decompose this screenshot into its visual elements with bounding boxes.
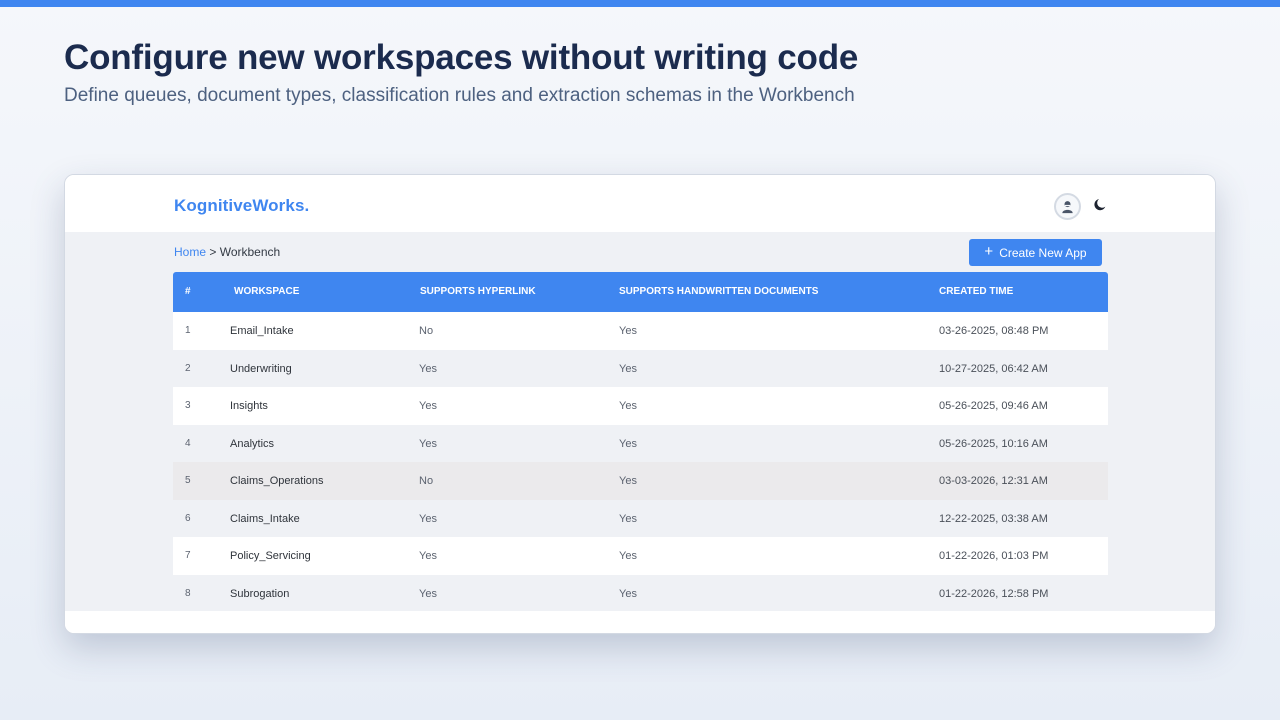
column-header-hyperlink[interactable]: SUPPORTS HYPERLINK	[420, 286, 536, 297]
row-created-time: 01-22-2026, 01:03 PM	[939, 550, 1049, 562]
table-row[interactable]: 1 Email_Intake No Yes 03-26-2025, 08:48 …	[173, 312, 1108, 350]
app-logo[interactable]: KognitiveWorks.	[174, 196, 309, 216]
row-id: 4	[185, 437, 191, 449]
row-workspace[interactable]: Subrogation	[230, 588, 289, 600]
card-footer	[65, 611, 1215, 633]
row-handwritten: Yes	[619, 512, 637, 525]
row-id: 2	[185, 362, 191, 374]
breadcrumb-home-link[interactable]: Home	[174, 245, 206, 259]
plus-icon: +	[984, 243, 994, 260]
page-subtitle: Define queues, document types, classific…	[64, 85, 855, 106]
row-id: 1	[185, 325, 191, 336]
row-created-time: 03-03-2026, 12:31 AM	[939, 475, 1048, 487]
user-avatar-icon[interactable]	[1054, 193, 1081, 220]
app-screenshot-card: KognitiveWorks. Home > Workbench + Creat…	[64, 174, 1216, 634]
row-handwritten: Yes	[619, 550, 637, 562]
row-id: 7	[185, 550, 191, 561]
row-created-time: 12-22-2025, 03:38 AM	[939, 512, 1048, 525]
row-hyperlink: No	[419, 325, 434, 337]
table-row[interactable]: 5 Claims_Operations No Yes 03-03-2026, 1…	[173, 462, 1108, 500]
row-handwritten: Yes	[619, 325, 637, 337]
breadcrumb: Home > Workbench	[174, 245, 280, 259]
row-workspace[interactable]: Underwriting	[230, 363, 292, 375]
row-id: 5	[185, 475, 191, 486]
column-header-handwritten[interactable]: SUPPORTS HANDWRITTEN DOCUMENTS	[619, 286, 818, 297]
row-hyperlink: Yes	[419, 437, 437, 450]
table-row[interactable]: 3 Insights Yes Yes 05-26-2025, 09:46 AM	[173, 387, 1108, 425]
table-row[interactable]: 2 Underwriting Yes Yes 10-27-2025, 06:42…	[173, 349, 1108, 387]
moon-icon[interactable]	[1092, 197, 1108, 213]
row-workspace[interactable]: Claims_Intake	[230, 513, 300, 525]
row-hyperlink: Yes	[419, 587, 437, 600]
column-header-created-time[interactable]: CREATED TIME	[939, 286, 1013, 297]
row-workspace[interactable]: Email_Intake	[230, 325, 294, 337]
row-created-time: 03-26-2025, 08:48 PM	[939, 325, 1049, 337]
top-accent-bar	[0, 0, 1280, 7]
workbench-content: Home > Workbench + Create New App # WORK…	[65, 232, 1215, 612]
table-row[interactable]: 4 Analytics Yes Yes 05-26-2025, 10:16 AM	[173, 424, 1108, 462]
row-hyperlink: No	[419, 475, 434, 487]
table-row[interactable]: 8 Subrogation Yes Yes 01-22-2026, 12:58 …	[173, 574, 1108, 612]
row-workspace[interactable]: Analytics	[230, 438, 274, 450]
row-workspace[interactable]: Insights	[230, 400, 268, 412]
row-handwritten: Yes	[619, 400, 637, 412]
workspace-table: # WORKSPACE SUPPORTS HYPERLINK SUPPORTS …	[173, 272, 1108, 612]
app-header: KognitiveWorks.	[65, 175, 1215, 232]
row-id: 6	[185, 512, 191, 524]
row-hyperlink: Yes	[419, 512, 437, 525]
row-hyperlink: Yes	[419, 400, 437, 412]
row-handwritten: Yes	[619, 437, 637, 450]
row-handwritten: Yes	[619, 587, 637, 600]
table-header: # WORKSPACE SUPPORTS HYPERLINK SUPPORTS …	[173, 272, 1108, 312]
row-id: 3	[185, 400, 191, 411]
column-header-id[interactable]: #	[185, 286, 191, 297]
row-handwritten: Yes	[619, 475, 637, 487]
row-hyperlink: Yes	[419, 550, 437, 562]
column-header-workspace[interactable]: WORKSPACE	[234, 286, 299, 297]
row-id: 8	[185, 587, 191, 599]
create-new-app-button[interactable]: + Create New App	[969, 239, 1102, 266]
row-created-time: 05-26-2025, 10:16 AM	[939, 437, 1048, 450]
row-workspace[interactable]: Claims_Operations	[230, 475, 324, 487]
row-created-time: 01-22-2026, 12:58 PM	[939, 587, 1049, 600]
row-hyperlink: Yes	[419, 362, 437, 375]
breadcrumb-current: Workbench	[219, 245, 281, 259]
table-row[interactable]: 7 Policy_Servicing Yes Yes 01-22-2026, 0…	[173, 537, 1108, 575]
row-created-time: 10-27-2025, 06:42 AM	[939, 362, 1048, 375]
table-row[interactable]: 6 Claims_Intake Yes Yes 12-22-2025, 03:3…	[173, 499, 1108, 537]
row-handwritten: Yes	[619, 362, 637, 375]
create-new-app-label: Create New App	[999, 245, 1087, 260]
breadcrumb-separator: >	[209, 245, 217, 259]
row-workspace[interactable]: Policy_Servicing	[230, 550, 311, 562]
row-created-time: 05-26-2025, 09:46 AM	[939, 400, 1048, 412]
page-title: Configure new workspaces without writing…	[64, 38, 859, 77]
